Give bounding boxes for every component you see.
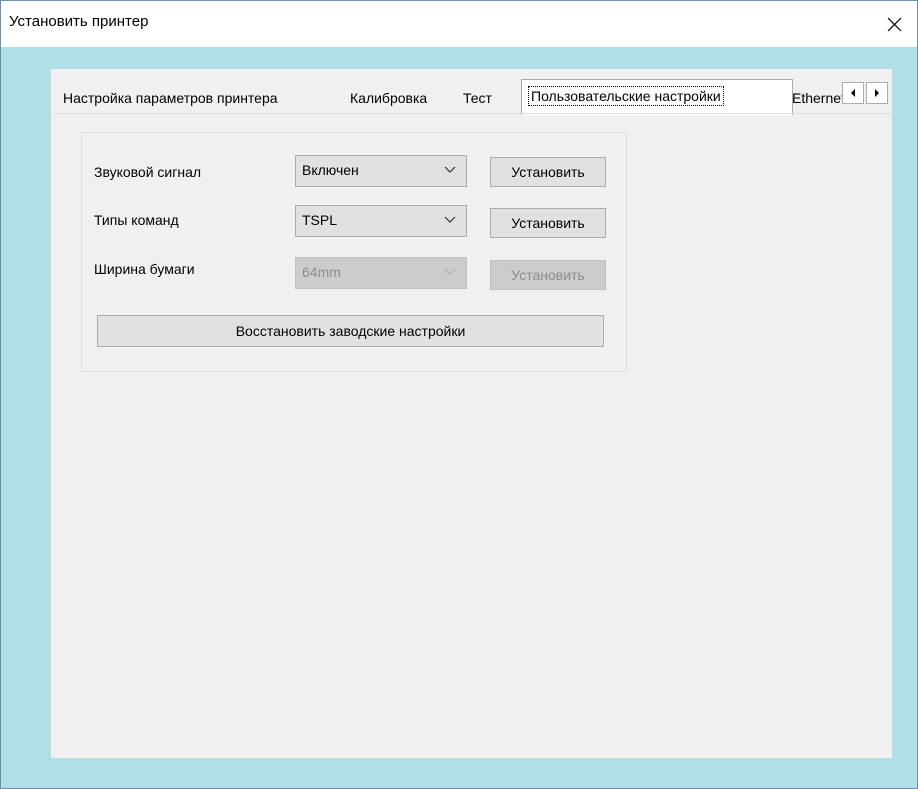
- command-type-set-button[interactable]: Установить: [490, 208, 606, 238]
- title-bar: Установить принтер: [1, 1, 917, 47]
- tab-user-settings[interactable]: Пользовательские настройки: [521, 79, 793, 115]
- buzzer-select[interactable]: Включен: [295, 155, 467, 187]
- tab-ethernet[interactable]: Ethernet: [792, 83, 842, 113]
- command-type-select[interactable]: TSPL: [295, 205, 467, 237]
- chevron-down-icon: [444, 216, 456, 223]
- close-button[interactable]: [871, 1, 917, 47]
- command-type-label: Типы команд: [94, 212, 179, 228]
- paper-width-label: Ширина бумаги: [94, 261, 195, 277]
- buzzer-select-value: Включен: [302, 162, 359, 178]
- tab-scroll-right-button[interactable]: [866, 82, 888, 104]
- close-icon: [887, 17, 901, 31]
- tab-calibration[interactable]: Калибровка: [350, 83, 427, 113]
- tab-printer-settings[interactable]: Настройка параметров принтера: [63, 83, 278, 113]
- buzzer-set-button[interactable]: Установить: [490, 157, 606, 187]
- paper-width-set-button[interactable]: Установить: [490, 260, 606, 290]
- paper-width-select-value: 64mm: [302, 264, 341, 280]
- tab-scroll-arrows: [842, 82, 890, 104]
- chevron-down-icon: [444, 268, 456, 275]
- buzzer-label: Звуковой сигнал: [94, 164, 202, 180]
- tab-strip: Настройка параметров принтера Калибровка…: [55, 79, 845, 115]
- tab-test[interactable]: Тест: [463, 83, 492, 113]
- tab-body-edge: [55, 113, 891, 114]
- command-type-select-value: TSPL: [302, 212, 338, 228]
- factory-reset-button[interactable]: Восстановить заводские настройки: [97, 315, 604, 347]
- tab-scroll-left-button[interactable]: [842, 82, 864, 104]
- tab-user-settings-label: Пользовательские настройки: [528, 86, 724, 106]
- paper-width-select[interactable]: 64mm: [295, 257, 467, 289]
- arrow-right-icon: [875, 89, 879, 97]
- window-title: Установить принтер: [9, 13, 149, 30]
- arrow-left-icon: [851, 89, 855, 97]
- chevron-down-icon: [444, 166, 456, 173]
